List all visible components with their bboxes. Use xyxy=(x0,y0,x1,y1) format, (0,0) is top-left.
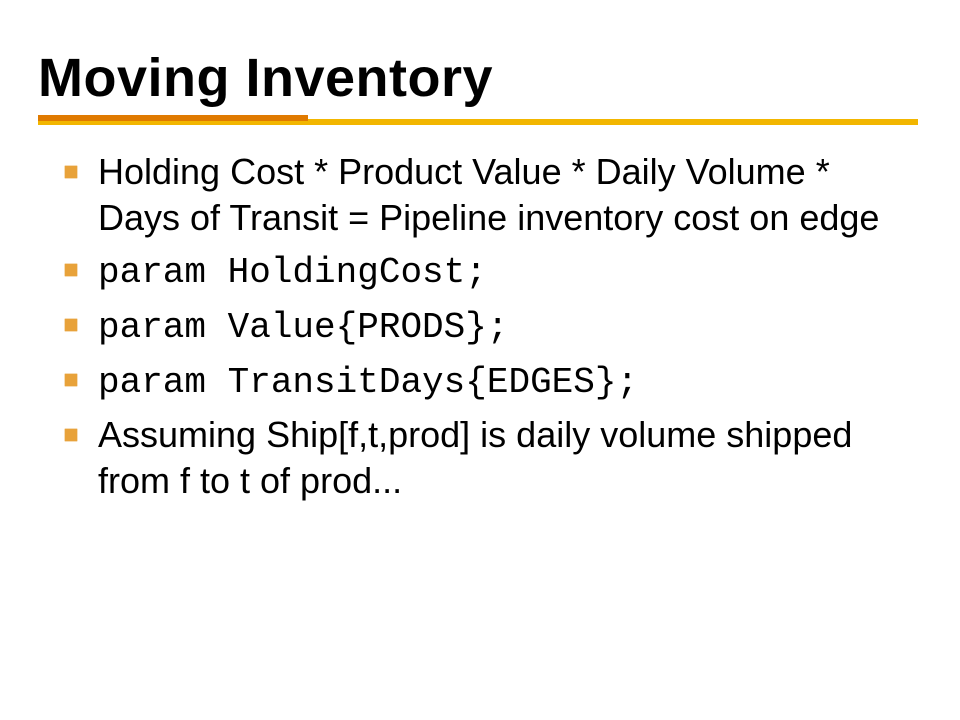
slide-title: Moving Inventory xyxy=(38,50,920,107)
list-item: param Value{PRODS}; xyxy=(60,302,890,351)
list-item: Assuming Ship[f,t,prod] is daily volume … xyxy=(60,412,890,504)
list-item: Holding Cost * Product Value * Daily Vol… xyxy=(60,149,890,241)
slide: Moving Inventory Holding Cost * Product … xyxy=(0,0,960,720)
bullet-text: param TransitDays{EDGES}; xyxy=(98,362,638,403)
bullet-text: Assuming Ship[f,t,prod] is daily volume … xyxy=(98,414,852,501)
title-underline xyxy=(38,115,918,127)
list-item: param TransitDays{EDGES}; xyxy=(60,357,890,406)
bullet-text: param HoldingCost; xyxy=(98,252,487,293)
bullet-list: Holding Cost * Product Value * Daily Vol… xyxy=(60,149,920,505)
bullet-text: param Value{PRODS}; xyxy=(98,307,508,348)
list-item: param HoldingCost; xyxy=(60,247,890,296)
bullet-text: Holding Cost * Product Value * Daily Vol… xyxy=(98,151,879,238)
underline-orange xyxy=(38,115,308,121)
